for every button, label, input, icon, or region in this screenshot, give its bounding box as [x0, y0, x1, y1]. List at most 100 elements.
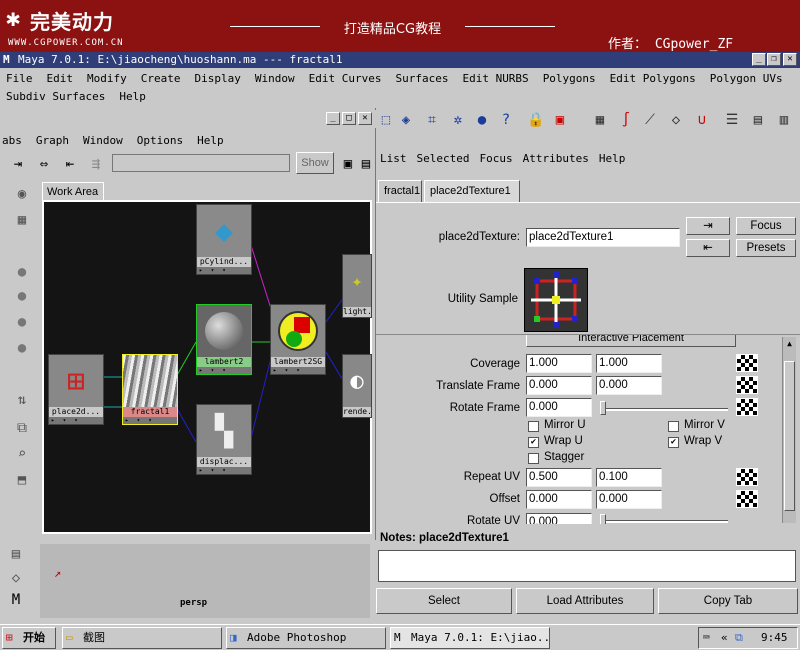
taskbar-item-maya[interactable]: M Maya 7.0.1: E:\jiao...	[390, 627, 550, 649]
tab-fractal1[interactable]: fractal1	[378, 180, 422, 202]
coverage-u-field[interactable]: 1.000	[526, 354, 592, 373]
grid-icon[interactable]: ▦	[12, 210, 32, 230]
persp-viewport[interactable]: ↗ persp	[40, 544, 370, 618]
start-button[interactable]: ⊞ 开始	[2, 627, 56, 649]
shader-ball-4-icon[interactable]: ●	[12, 338, 32, 358]
zoom-icon[interactable]: ⌕	[12, 444, 32, 464]
node-fractal1[interactable]: fractal1 ▸▾▾	[122, 354, 178, 425]
presets-button[interactable]: Presets	[736, 239, 796, 257]
menu-polygon-uvs[interactable]: Polygon UVs	[710, 70, 783, 88]
offset-v-field[interactable]: 0.000	[596, 490, 662, 509]
curve-snap-icon[interactable]: ✲	[448, 110, 468, 130]
offset-u-field[interactable]: 0.000	[526, 490, 592, 509]
ae-menu-list[interactable]: List	[380, 150, 407, 168]
mirror-v-checkbox[interactable]	[668, 421, 679, 432]
ae-menu-selected[interactable]: Selected	[417, 150, 470, 168]
menu-polygons[interactable]: Polygons	[543, 70, 596, 88]
menu-edit-nurbs[interactable]: Edit NURBS	[462, 70, 528, 88]
layout-one-icon[interactable]: ▣	[338, 154, 358, 174]
load-attributes-button[interactable]: Load Attributes	[516, 588, 654, 614]
rotate-frame-map-icon[interactable]	[736, 398, 758, 416]
node-place2d[interactable]: ⊞ place2d... ▸▾▾	[48, 354, 104, 425]
rotate-frame-field[interactable]: 0.000	[526, 398, 592, 417]
menu-edit-polygons[interactable]: Edit Polygons	[610, 70, 696, 88]
hypershade-search-field[interactable]	[112, 154, 290, 172]
mirror-u-checkbox[interactable]	[528, 421, 539, 432]
tag-icon[interactable]: ◇	[666, 110, 686, 130]
rotate-frame-slider-thumb[interactable]	[600, 401, 606, 415]
rotate-frame-slider[interactable]	[600, 408, 728, 411]
minimize-icon[interactable]: _	[752, 53, 766, 66]
menu-window[interactable]: Window	[255, 70, 295, 88]
shader-ball-1-icon[interactable]: ●	[12, 262, 32, 282]
focus-button[interactable]: Focus	[736, 217, 796, 235]
rotate-uv-field[interactable]: 0.000	[526, 513, 592, 524]
node-pcylinder[interactable]: ◆ pCylind... ▸▾▾	[196, 204, 252, 275]
attributes-icon[interactable]: ▥	[774, 110, 794, 130]
magnet-icon[interactable]: ∪	[692, 110, 712, 130]
scrollbar[interactable]: ▲	[782, 337, 796, 523]
hs-minimize-icon[interactable]: _	[326, 112, 340, 125]
filter-icon[interactable]: ⧉	[12, 418, 32, 438]
taskbar-item-photoshop[interactable]: ◨ Adobe Photoshop	[226, 627, 386, 649]
shader-ball-2-icon[interactable]: ●	[12, 286, 32, 306]
frame-icon[interactable]: ⬒	[12, 470, 32, 490]
menu-edit[interactable]: Edit	[47, 70, 74, 88]
scroll-thumb[interactable]	[784, 361, 795, 511]
wrap-v-checkbox[interactable]: ✔	[668, 437, 679, 448]
close-icon[interactable]: ✕	[783, 53, 797, 66]
node-lambert2sg[interactable]: lambert2SG ▸▾▾	[270, 304, 326, 375]
output-connection-icon[interactable]: ⇤	[686, 239, 730, 257]
shader-ball-3-icon[interactable]: ●	[12, 312, 32, 332]
lattice-icon[interactable]: ◈	[396, 110, 416, 130]
taskbar-item-screenshot[interactable]: ▭ 截图	[62, 627, 222, 649]
scroll-up-icon[interactable]: ▲	[784, 339, 795, 350]
hs-menu-abs[interactable]: abs	[2, 132, 22, 150]
lock-icon[interactable]: 🔒	[526, 110, 546, 130]
table-icon[interactable]: ▦	[590, 110, 610, 130]
coverage-map-icon[interactable]	[736, 354, 758, 372]
maya-logo-icon[interactable]: M	[6, 590, 26, 610]
menu-modify[interactable]: Modify	[87, 70, 127, 88]
repeat-uv-map-icon[interactable]	[736, 468, 758, 486]
select-button[interactable]: Select	[376, 588, 512, 614]
graph-input-icon[interactable]: ⇥	[8, 154, 28, 174]
menu-file[interactable]: File	[6, 70, 33, 88]
perspective-icon[interactable]: ◇	[6, 568, 26, 588]
tray-expand-icon[interactable]: «	[721, 631, 728, 644]
hs-close-icon[interactable]: ✕	[358, 112, 372, 125]
offset-map-icon[interactable]	[736, 490, 758, 508]
node-displace[interactable]: ▚ displac... ▸▾▾	[196, 404, 252, 475]
menu-surfaces[interactable]: Surfaces	[395, 70, 448, 88]
render-icon[interactable]: ▣	[550, 110, 570, 130]
hs-menu-graph[interactable]: Graph	[36, 132, 69, 150]
menu-create[interactable]: Create	[141, 70, 181, 88]
hs-menu-help[interactable]: Help	[197, 132, 224, 150]
sort-icon[interactable]: ⇅	[12, 390, 32, 410]
menu-display[interactable]: Display	[195, 70, 241, 88]
move-tool-icon[interactable]: ⬚	[376, 110, 396, 130]
layout-two-icon[interactable]: ▤	[356, 154, 376, 174]
repeat-u-field[interactable]: 0.500	[526, 468, 592, 487]
keyboard-icon[interactable]: ⌨	[703, 631, 710, 644]
hs-maximize-icon[interactable]: □	[342, 112, 356, 125]
stagger-checkbox[interactable]	[528, 453, 539, 464]
ae-menu-attributes[interactable]: Attributes	[523, 150, 589, 168]
repeat-v-field[interactable]: 0.100	[596, 468, 662, 487]
node-light[interactable]: ✦ light...	[342, 254, 372, 318]
translate-frame-map-icon[interactable]	[736, 376, 758, 394]
hs-menu-window[interactable]: Window	[83, 132, 123, 150]
work-area-tab[interactable]: Work Area	[42, 182, 104, 200]
notes-field[interactable]	[378, 550, 796, 582]
graph-io-icon[interactable]: ⇔	[34, 154, 54, 174]
copy-tab-button[interactable]: Copy Tab	[658, 588, 798, 614]
channel-box-icon[interactable]: ▤	[748, 110, 768, 130]
help-icon[interactable]: ?	[496, 110, 516, 130]
connect-icon[interactable]: ⟋	[640, 110, 660, 130]
tab-place2dtexture1[interactable]: place2dTexture1	[424, 180, 520, 202]
translate-frame-u-field[interactable]: 0.000	[526, 376, 592, 395]
layout-icon[interactable]: ▤	[6, 544, 26, 564]
ae-menu-focus[interactable]: Focus	[479, 150, 512, 168]
graph-output-icon[interactable]: ⇤	[60, 154, 80, 174]
rotate-uv-slider[interactable]	[600, 520, 728, 523]
